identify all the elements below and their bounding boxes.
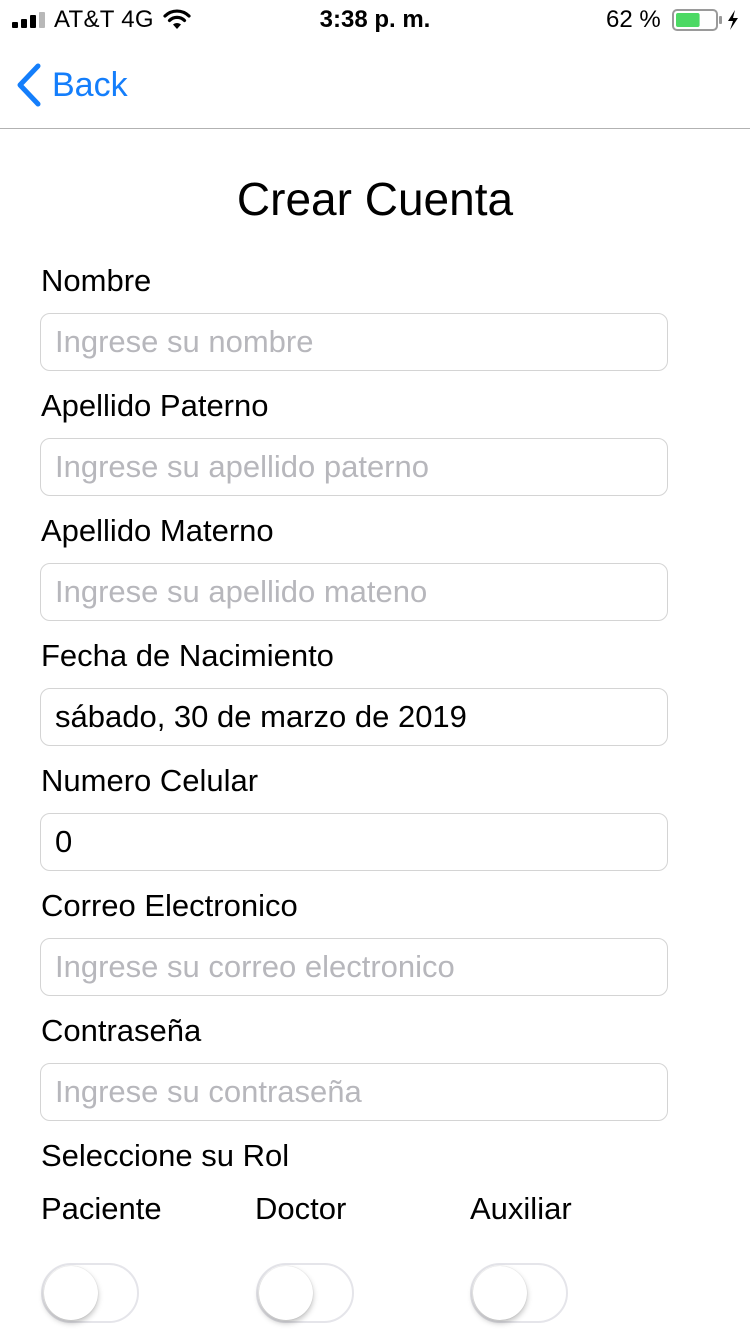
numero-celular-input[interactable] xyxy=(40,813,668,871)
nombre-input[interactable] xyxy=(40,313,668,371)
toggle-knob xyxy=(259,1266,313,1320)
paciente-toggle[interactable] xyxy=(41,1263,139,1323)
doctor-toggle[interactable] xyxy=(256,1263,354,1323)
navigation-bar: Back xyxy=(0,40,750,129)
back-button[interactable]: Back xyxy=(16,62,128,108)
toggle-knob xyxy=(44,1266,98,1320)
numero-celular-label: Numero Celular xyxy=(41,763,259,798)
chevron-left-icon xyxy=(17,63,41,107)
fecha-nacimiento-input[interactable] xyxy=(40,688,668,746)
fecha-nacimiento-label: Fecha de Nacimiento xyxy=(41,638,334,673)
role-label-auxiliar: Auxiliar xyxy=(470,1191,572,1226)
auxiliar-toggle[interactable] xyxy=(470,1263,568,1323)
role-section-label: Seleccione su Rol xyxy=(41,1138,290,1173)
back-button-label: Back xyxy=(52,65,128,104)
toggle-knob xyxy=(473,1266,527,1320)
contrasena-input[interactable] xyxy=(40,1063,668,1121)
correo-electronico-label: Correo Electronico xyxy=(41,888,298,923)
apellido-paterno-label: Apellido Paterno xyxy=(41,388,269,423)
nombre-label: Nombre xyxy=(41,263,152,298)
status-bar: AT&T 4G 3:38 p. m. 62 % xyxy=(0,0,750,40)
contrasena-label: Contraseña xyxy=(41,1013,202,1048)
battery-icon xyxy=(672,9,738,31)
apellido-materno-label: Apellido Materno xyxy=(41,513,274,548)
battery-percent-label: 62 % xyxy=(606,6,661,33)
role-label-doctor: Doctor xyxy=(255,1191,347,1226)
charging-bolt-icon xyxy=(728,10,738,30)
correo-electronico-input[interactable] xyxy=(40,938,668,996)
page-title: Crear Cuenta xyxy=(236,173,514,225)
role-label-paciente: Paciente xyxy=(41,1191,162,1226)
apellido-materno-input[interactable] xyxy=(40,563,668,621)
apellido-paterno-input[interactable] xyxy=(40,438,668,496)
